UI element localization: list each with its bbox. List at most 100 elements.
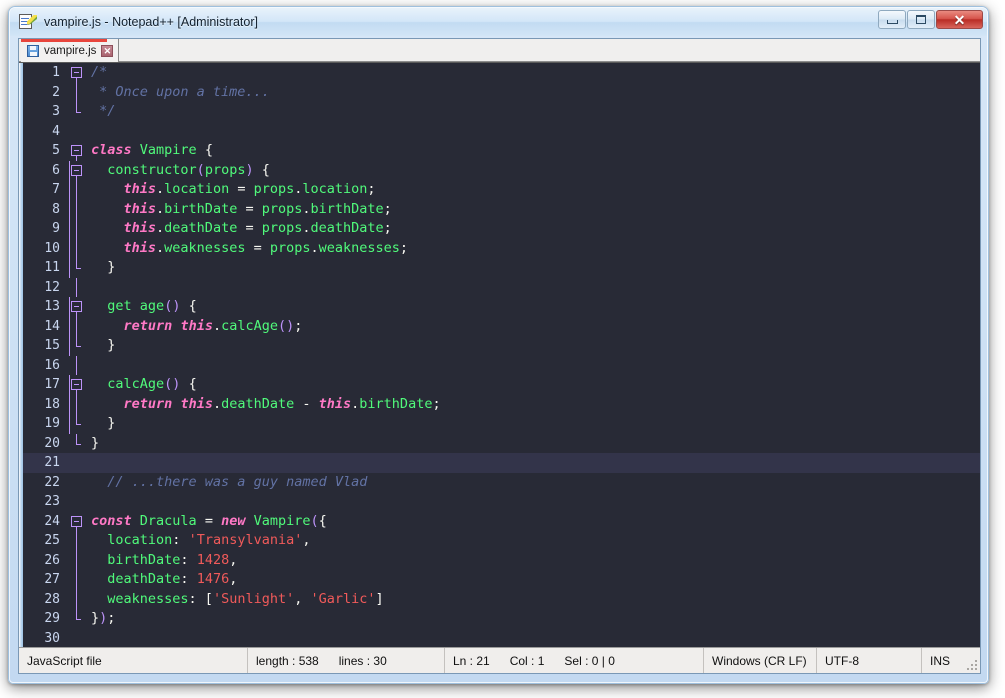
minimize-button[interactable] <box>878 10 906 29</box>
code-line[interactable]: 29}); <box>23 609 980 629</box>
line-number: 26 <box>44 552 60 568</box>
fold-collapse-icon[interactable] <box>71 145 82 156</box>
fold-margin[interactable] <box>67 141 88 161</box>
code-line[interactable]: 7 this.location = props.location; <box>23 180 980 200</box>
code-text: return this.deathDate - this.birthDate; <box>88 395 980 415</box>
code-line[interactable]: 22 // ...there was a guy named Vlad <box>23 473 980 493</box>
fold-margin[interactable] <box>67 492 88 512</box>
editor-pane[interactable]: 1/* 2 * Once upon a time... 3 */4 5 class Va… <box>19 62 980 647</box>
code-line[interactable]: 9 this.deathDate = props.deathDate; <box>23 219 980 239</box>
token-op: . <box>212 395 222 412</box>
status-eol[interactable]: Windows (CR LF) <box>704 648 817 673</box>
maximize-button[interactable] <box>907 10 935 29</box>
token-op: = <box>237 200 262 217</box>
code-line[interactable]: 18 return this.deathDate - this.birthDat… <box>23 394 980 415</box>
code-line[interactable]: 5 class Vampire { <box>23 141 980 161</box>
fold-margin[interactable] <box>67 512 88 531</box>
fold-margin[interactable] <box>67 297 88 317</box>
token-num: 1428 <box>196 551 230 568</box>
token-id: birthDate <box>107 551 181 568</box>
window-title: vampire.js - Notepad++ [Administrator] <box>44 15 258 29</box>
fold-margin[interactable] <box>67 531 88 551</box>
code-line[interactable]: 24 const Dracula = new Vampire({ <box>23 512 980 531</box>
fold-margin[interactable] <box>67 589 88 609</box>
fold-margin[interactable] <box>67 414 88 434</box>
fold-margin[interactable] <box>67 180 88 200</box>
code-line[interactable]: 21 <box>23 453 980 473</box>
fold-margin[interactable] <box>67 355 88 375</box>
close-button[interactable]: ✕ <box>936 10 983 29</box>
code-line[interactable]: 27 deathDate: 1476, <box>23 570 980 590</box>
fold-end-marker <box>76 433 81 445</box>
fold-line <box>76 180 77 200</box>
code-line[interactable]: 30 <box>23 629 980 648</box>
code-line[interactable]: 6 constructor(props) { <box>23 160 980 180</box>
code-line[interactable]: 1 /* <box>23 63 980 83</box>
fold-line-outer <box>69 238 70 258</box>
line-number: 10 <box>44 240 60 256</box>
code-line[interactable]: 4 <box>23 122 980 142</box>
code-line[interactable]: 20} <box>23 433 980 454</box>
fold-margin[interactable] <box>67 336 88 356</box>
code-line[interactable]: 25 location: 'Transylvania', <box>23 531 980 551</box>
fold-margin[interactable] <box>67 122 88 142</box>
fold-margin[interactable] <box>67 82 88 102</box>
fold-margin[interactable] <box>67 453 88 473</box>
fold-margin[interactable] <box>67 238 88 258</box>
fold-margin[interactable] <box>67 160 88 180</box>
fold-collapse-icon[interactable] <box>71 164 82 176</box>
token-op: : [ <box>188 590 213 607</box>
code-line[interactable]: 23 <box>23 492 980 512</box>
fold-margin[interactable] <box>67 258 88 278</box>
token-op: . <box>302 220 311 236</box>
fold-collapse-icon[interactable] <box>71 67 82 78</box>
fold-margin[interactable] <box>67 570 88 590</box>
code-line[interactable]: 8 this.birthDate = props.birthDate; <box>23 199 980 219</box>
token-com: * Once upon a time... <box>91 83 270 100</box>
status-encoding[interactable]: UTF-8 <box>817 648 922 673</box>
code-line[interactable]: 28 weaknesses: ['Sunlight', 'Garlic'] <box>23 589 980 609</box>
code-area[interactable]: 1/* 2 * Once upon a time... 3 */4 5 class Va… <box>23 63 980 647</box>
fold-margin[interactable] <box>67 609 88 629</box>
fold-margin[interactable] <box>67 473 88 493</box>
fold-margin[interactable] <box>67 277 88 297</box>
code-line[interactable]: 14 return this.calcAge(); <box>23 316 980 336</box>
fold-collapse-icon[interactable] <box>71 301 82 312</box>
token-id: deathDate <box>310 220 384 236</box>
fold-margin[interactable] <box>67 219 88 239</box>
status-file-type: JavaScript file <box>19 648 248 673</box>
status-bar: JavaScript file length : 538 lines : 30 … <box>19 647 980 673</box>
line-number: 9 <box>52 221 60 236</box>
fold-collapse-icon[interactable] <box>71 379 82 390</box>
fold-collapse-icon[interactable] <box>71 515 82 527</box>
title-bar[interactable]: vampire.js - Notepad++ [Administrator] ✕ <box>10 8 987 36</box>
fold-margin[interactable] <box>67 375 88 395</box>
fold-margin[interactable] <box>67 550 88 570</box>
token-op: : <box>180 571 197 587</box>
code-line[interactable]: 16 <box>23 355 980 375</box>
code-line[interactable]: 26 birthDate: 1428, <box>23 550 980 570</box>
token-plain: } <box>91 259 116 275</box>
resize-grip[interactable] <box>965 658 977 670</box>
code-line[interactable]: 10 this.weaknesses = props.weaknesses; <box>23 238 980 258</box>
token-id: calcAge <box>221 317 278 334</box>
fold-margin[interactable] <box>67 394 88 414</box>
tab-vampire-js[interactable]: vampire.js ✕ <box>21 39 120 62</box>
code-line[interactable]: 2 * Once upon a time... <box>23 82 980 102</box>
code-line[interactable]: 15 } <box>23 336 980 356</box>
code-line[interactable]: 17 calcAge() { <box>23 375 980 395</box>
fold-margin[interactable] <box>67 629 88 648</box>
tab-close-icon[interactable]: ✕ <box>101 45 114 57</box>
line-number: 29 <box>44 611 60 626</box>
fold-margin[interactable] <box>67 199 88 219</box>
code-line[interactable]: 19 } <box>23 414 980 434</box>
code-line[interactable]: 3 */ <box>23 102 980 122</box>
code-line[interactable]: 12 <box>23 277 980 297</box>
fold-margin[interactable] <box>67 433 88 454</box>
code-line[interactable]: 13 get age() { <box>23 297 980 317</box>
fold-margin[interactable] <box>67 316 88 336</box>
fold-margin[interactable] <box>67 102 88 122</box>
fold-margin[interactable] <box>67 63 88 83</box>
code-line[interactable]: 11 } <box>23 258 980 278</box>
